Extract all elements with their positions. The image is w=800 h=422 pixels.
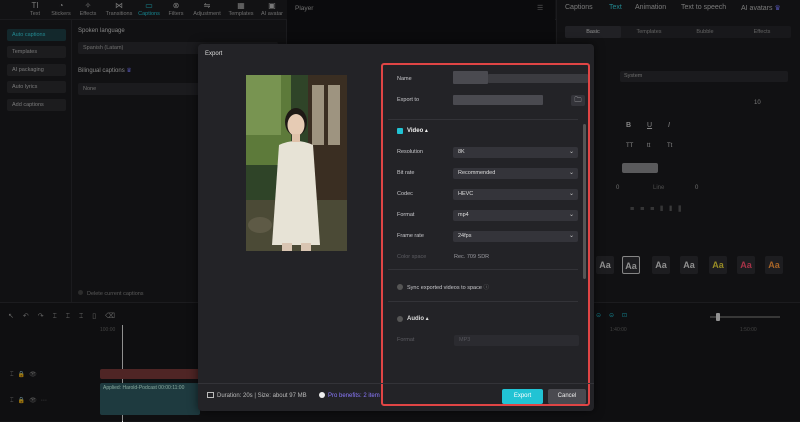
chevron-down-icon: ⌄ [568,233,574,239]
audio-format-select[interactable]: MP3 [454,335,579,346]
pro-badge-icon [319,392,325,398]
dialog-title: Export [205,51,223,57]
scrollbar[interactable] [583,124,586,279]
info-icon: ⓘ [483,285,489,291]
pro-benefits-link[interactable]: Pro benefits: 2 item [319,392,380,399]
divider [388,269,578,270]
chevron-down-icon: ⌄ [568,149,574,155]
chevron-down-icon: ⌄ [568,212,574,218]
chevron-up-icon: ▴ [424,128,428,134]
codec-label: Codec [397,191,413,197]
format-select[interactable]: mp4 ⌄ [453,210,578,221]
format-label: Format [397,212,415,218]
audio-checkbox[interactable] [397,316,403,322]
divider [388,301,578,302]
frame-rate-select[interactable]: 24fps ⌄ [453,231,578,242]
folder-icon[interactable]: 🗀 [571,95,585,106]
film-icon [207,392,214,398]
export-button[interactable]: Export [502,389,543,404]
frame-rate-label: Frame rate [397,233,424,239]
name-label: Name [397,76,412,82]
video-section-label[interactable]: Video ▴ [407,127,428,134]
codec-select[interactable]: HEVC ⌄ [453,189,578,200]
cancel-button[interactable]: Cancel [548,389,586,404]
export-path-input[interactable] [453,95,543,105]
resolution-select[interactable]: 8K ⌄ [453,147,578,158]
name-input-fill[interactable] [488,74,588,83]
audio-format-label: Format [397,337,415,343]
color-space-value: Rec. 709 SDR [454,254,490,260]
chevron-down-icon: ⌄ [568,170,574,176]
divider [388,119,578,120]
sync-label: Sync exported videos to space ⓘ [407,285,489,291]
export-dialog: Export Name Export to 🗀 Video ▴ Resoluti… [198,44,594,411]
sync-toggle[interactable] [397,284,403,290]
audio-section-label[interactable]: Audio ▴ [407,315,429,322]
chevron-down-icon: ⌄ [568,191,574,197]
preview-image [246,75,347,251]
export-to-label: Export to [397,97,420,103]
bitrate-select[interactable]: Recommended ⌄ [453,168,578,179]
footer-info: Duration: 20s | Size: about 97 MB [207,392,307,399]
bitrate-label: Bit rate [397,170,415,176]
color-space-label: Color space [397,254,427,260]
name-input[interactable] [453,71,488,84]
chevron-up-icon: ▴ [425,316,429,322]
export-preview-thumbnail [246,75,347,251]
resolution-label: Resolution [397,149,423,155]
video-checkbox[interactable] [397,128,403,134]
